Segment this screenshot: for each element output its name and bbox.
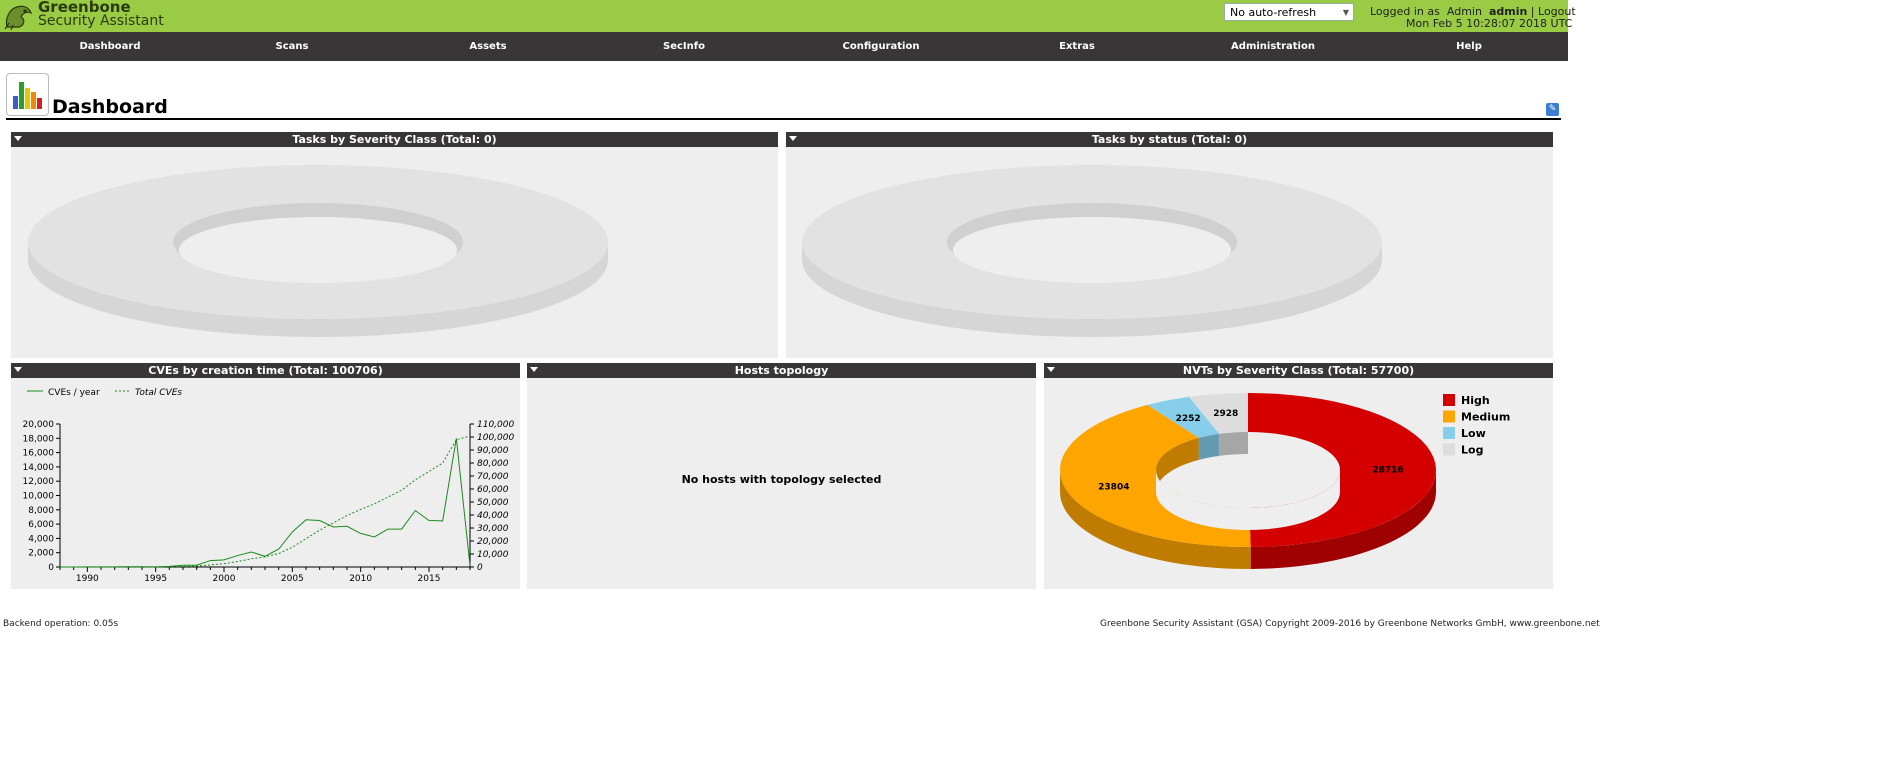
y-right-tick-label: 60,000 — [477, 485, 509, 495]
collapse-icon[interactable] — [14, 367, 22, 372]
slice-value-label: 2252 — [1176, 414, 1201, 424]
nvt-donut-chart: 28716 23804 2252 2928 High Medium Low Log — [1060, 393, 1510, 569]
panel-title: CVEs by creation time (Total: 100706) — [148, 364, 383, 377]
slice-inner-low — [1198, 433, 1220, 460]
nav-configuration[interactable]: Configuration — [821, 32, 941, 61]
legend-label-low: Low — [1461, 427, 1486, 440]
collapse-icon[interactable] — [530, 367, 538, 372]
slice-inner-log — [1219, 432, 1248, 456]
legend-swatch-low — [1443, 427, 1455, 439]
legend-label-log: Log — [1461, 444, 1483, 457]
y-right-tick-label: 70,000 — [477, 472, 509, 482]
y-left-tick-label: 4,000 — [28, 534, 54, 544]
y-right-tick-label: 100,000 — [477, 433, 514, 443]
brand-subtitle: Security Assistant — [38, 13, 164, 29]
y-left-tick-label: 6,000 — [28, 520, 54, 530]
panel-header: Hosts topology — [527, 363, 1036, 378]
series-total-cves — [59, 435, 471, 568]
collapse-icon[interactable] — [14, 136, 22, 141]
legend-label-cves-year: CVEs / year — [48, 388, 100, 398]
y-left-tick-label: 12,000 — [23, 477, 55, 487]
panel-tasks-severity: Tasks by Severity Class (Total: 0) — [11, 132, 778, 358]
legend-swatch-medium — [1443, 410, 1455, 423]
y-left-tick-label: 0 — [48, 563, 54, 573]
cve-line-chart: CVEs / year Total CVEs 0 2,000 4,000 6,000 8… — [23, 388, 515, 584]
empty-donut-chart — [28, 165, 608, 337]
series-cves-per-year — [59, 438, 471, 568]
y-right-tick-label: 30,000 — [477, 524, 509, 534]
legend-label-medium: Medium — [1461, 411, 1510, 424]
panel-title: Hosts topology — [734, 364, 829, 377]
panel-title: Tasks by status (Total: 0) — [1091, 133, 1248, 146]
empty-donut-chart — [802, 165, 1382, 337]
panel-tasks-status: Tasks by status (Total: 0) — [786, 132, 1553, 358]
backend-operation-time: Backend operation: 0.05s — [3, 619, 119, 629]
auto-refresh-value: No auto-refresh — [1230, 6, 1317, 19]
legend-swatch-high — [1443, 394, 1455, 406]
page-title: Dashboard — [52, 96, 168, 118]
greenbone-logo-icon — [4, 5, 33, 31]
title-divider — [6, 118, 1561, 120]
nav-administration[interactable]: Administration — [1213, 32, 1333, 61]
wrench-icon[interactable]: ✎ — [1546, 103, 1559, 116]
x-tick-label: 2000 — [213, 574, 236, 584]
y-right-tick-label: 50,000 — [477, 498, 509, 508]
x-tick-label: 2010 — [349, 574, 372, 584]
legend-label-high: High — [1461, 394, 1490, 407]
y-right-tick-label: 0 — [477, 563, 483, 573]
nav-assets[interactable]: Assets — [428, 32, 548, 61]
auto-refresh-select[interactable]: No auto-refresh ▼ — [1224, 3, 1354, 21]
y-left-tick-label: 14,000 — [23, 463, 55, 473]
panel-header: NVTs by Severity Class (Total: 57700) — [1044, 363, 1553, 378]
y-right-tick-label: 10,000 — [477, 550, 509, 560]
y-right-tick-label: 80,000 — [477, 459, 509, 469]
panel-header: Tasks by Severity Class (Total: 0) — [11, 132, 778, 147]
panel-title: Tasks by Severity Class (Total: 0) — [292, 133, 497, 146]
y-left-tick-label: 10,000 — [23, 492, 55, 502]
nav-scans[interactable]: Scans — [232, 32, 352, 61]
x-tick-label: 2005 — [281, 574, 304, 584]
collapse-icon[interactable] — [1047, 367, 1055, 372]
panel-nvts-severity: NVTs by Severity Class (Total: 57700) 28… — [1044, 363, 1553, 589]
chevron-down-icon: ▼ — [1342, 8, 1349, 17]
y-left-tick-label: 20,000 — [23, 420, 55, 430]
x-tick-label: 1995 — [144, 574, 167, 584]
y-left-tick-label: 2,000 — [28, 549, 54, 559]
nav-secinfo[interactable]: SecInfo — [624, 32, 744, 61]
nav-dashboard[interactable]: Dashboard — [50, 32, 170, 61]
x-tick-label: 1990 — [76, 574, 99, 584]
main-nav: Dashboard Scans Assets SecInfo Configura… — [0, 32, 1568, 61]
panel-cves: CVEs by creation time (Total: 100706) CV… — [11, 363, 520, 589]
panel-header: Tasks by status (Total: 0) — [786, 132, 1553, 147]
panel-title: NVTs by Severity Class (Total: 57700) — [1182, 364, 1415, 377]
y-left-tick-label: 18,000 — [23, 434, 55, 444]
slice-value-label: 23804 — [1098, 482, 1129, 492]
legend-swatch-log — [1443, 443, 1455, 456]
copyright-footer: Greenbone Security Assistant (GSA) Copyr… — [1100, 619, 1600, 629]
y-right-tick-label: 40,000 — [477, 511, 509, 521]
y-right-tick-label: 110,000 — [477, 420, 514, 430]
x-tick-label: 2015 — [418, 574, 441, 584]
slice-value-label: 2928 — [1213, 409, 1238, 419]
panel-hosts-topology: Hosts topology No hosts with topology se… — [527, 363, 1036, 589]
y-left-tick-label: 8,000 — [28, 506, 54, 516]
y-left-tick-label: 16,000 — [23, 449, 55, 459]
panel-header: CVEs by creation time (Total: 100706) — [11, 363, 520, 378]
top-header: Greenbone Security Assistant No auto-ref… — [0, 0, 1576, 32]
y-right-tick-label: 20,000 — [477, 537, 509, 547]
collapse-icon[interactable] — [789, 136, 797, 141]
current-datetime: Mon Feb 5 10:28:07 2018 UTC — [1406, 17, 1573, 30]
dashboard-icon — [6, 73, 49, 116]
slice-value-label: 28716 — [1372, 466, 1403, 476]
nav-help[interactable]: Help — [1409, 32, 1529, 61]
legend-label-total-cves: Total CVEs — [135, 388, 182, 398]
empty-state-message: No hosts with topology selected — [681, 473, 882, 486]
nav-extras[interactable]: Extras — [1017, 32, 1137, 61]
y-right-tick-label: 90,000 — [477, 446, 509, 456]
